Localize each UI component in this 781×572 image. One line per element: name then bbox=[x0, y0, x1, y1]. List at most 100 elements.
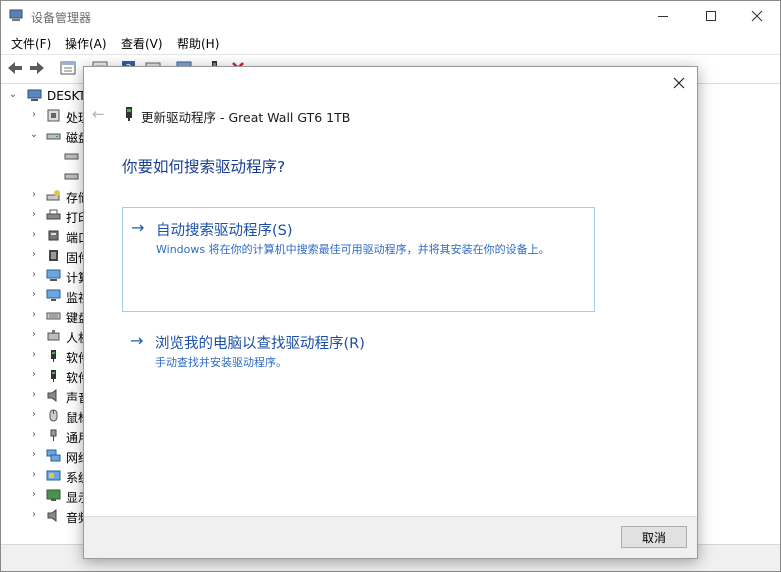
menu-action[interactable]: 操作(A) bbox=[65, 35, 107, 52]
port-icon bbox=[48, 230, 59, 241]
expand-chevron-icon[interactable]: › bbox=[29, 509, 39, 521]
software-device-icon bbox=[51, 370, 56, 382]
tree-item-audio[interactable]: › 音频 bbox=[1, 506, 85, 526]
tree-item-firmware[interactable]: › 固件 bbox=[1, 246, 85, 266]
tree-item-software-device[interactable]: › 软件 bbox=[1, 366, 85, 386]
tree-item-mouse[interactable]: › 鼠标 bbox=[1, 406, 85, 426]
expand-chevron-icon[interactable]: › bbox=[29, 409, 39, 421]
collapse-chevron-icon[interactable]: ⌄ bbox=[8, 89, 18, 101]
expand-chevron-icon[interactable]: › bbox=[29, 269, 39, 281]
expand-chevron-icon[interactable]: › bbox=[29, 229, 39, 241]
computer-icon bbox=[46, 269, 61, 281]
tree-root-label: DESKT bbox=[47, 89, 85, 103]
hid-icon bbox=[47, 330, 60, 341]
properties-view-icon[interactable] bbox=[59, 60, 77, 76]
network-icon bbox=[46, 449, 61, 462]
storage-icon bbox=[46, 190, 60, 201]
browse-computer-description: 手动查找并安装驱动程序。 bbox=[155, 356, 287, 369]
tree-item-monitor[interactable]: › 监视 bbox=[1, 286, 85, 306]
expand-chevron-icon[interactable]: › bbox=[29, 389, 39, 401]
firmware-icon bbox=[49, 250, 58, 261]
computer-root-icon bbox=[27, 89, 42, 101]
tree-item-software-component[interactable]: › 软件 bbox=[1, 346, 85, 366]
auto-search-option[interactable]: → 自动搜索驱动程序(S) Windows 将在你的计算机中搜索最佳可用驱动程序… bbox=[122, 207, 595, 312]
expand-chevron-icon[interactable]: › bbox=[29, 309, 39, 321]
expand-chevron-icon[interactable]: › bbox=[29, 349, 39, 361]
search-question-heading: 你要如何搜索驱动程序? bbox=[122, 158, 286, 176]
close-icon bbox=[751, 10, 763, 22]
tree-root[interactable]: ⌄ DESKT bbox=[1, 86, 85, 106]
disk-drive-icon bbox=[64, 173, 79, 180]
usb-icon bbox=[50, 429, 57, 441]
tree-item-port[interactable]: › 端口 bbox=[1, 226, 85, 246]
maximize-button[interactable] bbox=[688, 1, 734, 31]
system-icon bbox=[46, 470, 61, 481]
dialog-close-button[interactable] bbox=[667, 73, 691, 93]
tree-item-storage[interactable]: › 存储 bbox=[1, 186, 85, 206]
title-bar: 设备管理器 bbox=[1, 1, 780, 31]
dialog-footer: 取消 bbox=[84, 516, 697, 558]
device-icon bbox=[126, 107, 132, 121]
mouse-icon bbox=[49, 409, 58, 422]
tree-item-cpu[interactable]: › 处理 bbox=[1, 106, 85, 126]
tree-item-computer[interactable]: › 计算 bbox=[1, 266, 85, 286]
tree-item-usb[interactable]: › 通用 bbox=[1, 426, 85, 446]
device-tree: ⌄ DESKT › 处理 ⌄ 磁盘 › 存储 › 打印 › 端口 › 固件 › … bbox=[1, 83, 85, 541]
browse-computer-title: 浏览我的电脑以查找驱动程序(R) bbox=[155, 336, 365, 352]
expand-chevron-icon[interactable]: › bbox=[29, 109, 39, 121]
keyboard-icon bbox=[46, 312, 61, 320]
close-icon bbox=[673, 77, 685, 89]
expand-chevron-icon[interactable]: › bbox=[29, 289, 39, 301]
maximize-icon bbox=[706, 11, 716, 21]
tree-item-printer[interactable]: › 打印 bbox=[1, 206, 85, 226]
minimize-icon bbox=[658, 16, 668, 17]
browse-computer-option[interactable]: → 浏览我的电脑以查找驱动程序(R) 手动查找并安装驱动程序。 bbox=[122, 321, 593, 371]
monitor-icon bbox=[46, 289, 61, 301]
expand-chevron-icon[interactable]: › bbox=[29, 329, 39, 341]
expand-chevron-icon[interactable]: › bbox=[29, 189, 39, 201]
menu-help[interactable]: 帮助(H) bbox=[177, 35, 219, 52]
cpu-icon bbox=[47, 109, 60, 122]
tree-item-disk-drive-selected[interactable] bbox=[1, 146, 85, 166]
forward-icon[interactable] bbox=[28, 60, 46, 76]
expand-chevron-icon[interactable]: › bbox=[29, 489, 39, 501]
menu-bar: 文件(F) 操作(A) 查看(V) 帮助(H) bbox=[1, 31, 780, 53]
tree-item-sound[interactable]: › 声音 bbox=[1, 386, 85, 406]
sound-icon bbox=[47, 389, 57, 402]
tree-item-disk-drive[interactable] bbox=[1, 166, 85, 186]
collapse-chevron-icon[interactable]: ⌄ bbox=[29, 129, 39, 141]
auto-search-title: 自动搜索驱动程序(S) bbox=[156, 223, 293, 239]
expand-chevron-icon[interactable]: › bbox=[29, 369, 39, 381]
expand-chevron-icon[interactable]: › bbox=[29, 469, 39, 481]
device-manager-icon bbox=[9, 9, 23, 21]
expand-chevron-icon[interactable]: › bbox=[29, 209, 39, 221]
expand-chevron-icon[interactable]: › bbox=[29, 449, 39, 461]
window-title: 设备管理器 bbox=[31, 11, 92, 25]
tree-item-display[interactable]: › 显示 bbox=[1, 486, 85, 506]
expand-chevron-icon[interactable]: › bbox=[29, 429, 39, 441]
dialog-title: 更新驱动程序 - Great Wall GT6 1TB bbox=[141, 110, 351, 125]
display-icon bbox=[46, 489, 61, 501]
arrow-right-icon: → bbox=[130, 331, 144, 350]
menu-view[interactable]: 查看(V) bbox=[121, 35, 163, 52]
tree-item-system[interactable]: › 系统 bbox=[1, 466, 85, 486]
tree-item-disk[interactable]: ⌄ 磁盘 bbox=[1, 126, 85, 146]
close-window-button[interactable] bbox=[734, 1, 780, 31]
back-arrow-icon[interactable]: ← bbox=[92, 105, 105, 123]
software-component-icon bbox=[51, 350, 56, 362]
tree-item-hid[interactable]: › 人机 bbox=[1, 326, 85, 346]
arrow-right-icon: → bbox=[131, 218, 145, 237]
expand-chevron-icon[interactable]: › bbox=[29, 249, 39, 261]
tree-item-keyboard[interactable]: › 键盘 bbox=[1, 306, 85, 326]
disk-drive-icon bbox=[64, 153, 79, 160]
tree-item-network[interactable]: › 网络 bbox=[1, 446, 85, 466]
cancel-button[interactable]: 取消 bbox=[621, 526, 687, 548]
update-driver-dialog: ← 更新驱动程序 - Great Wall GT6 1TB 你要如何搜索驱动程序… bbox=[83, 66, 698, 559]
back-icon[interactable] bbox=[6, 60, 24, 76]
menu-file[interactable]: 文件(F) bbox=[11, 35, 51, 52]
disk-icon bbox=[46, 133, 61, 140]
printer-icon bbox=[46, 209, 61, 220]
audio-icon bbox=[47, 509, 57, 522]
auto-search-description: Windows 将在你的计算机中搜索最佳可用驱动程序，并将其安装在你的设备上。 bbox=[156, 243, 550, 256]
minimize-button[interactable] bbox=[640, 1, 686, 31]
